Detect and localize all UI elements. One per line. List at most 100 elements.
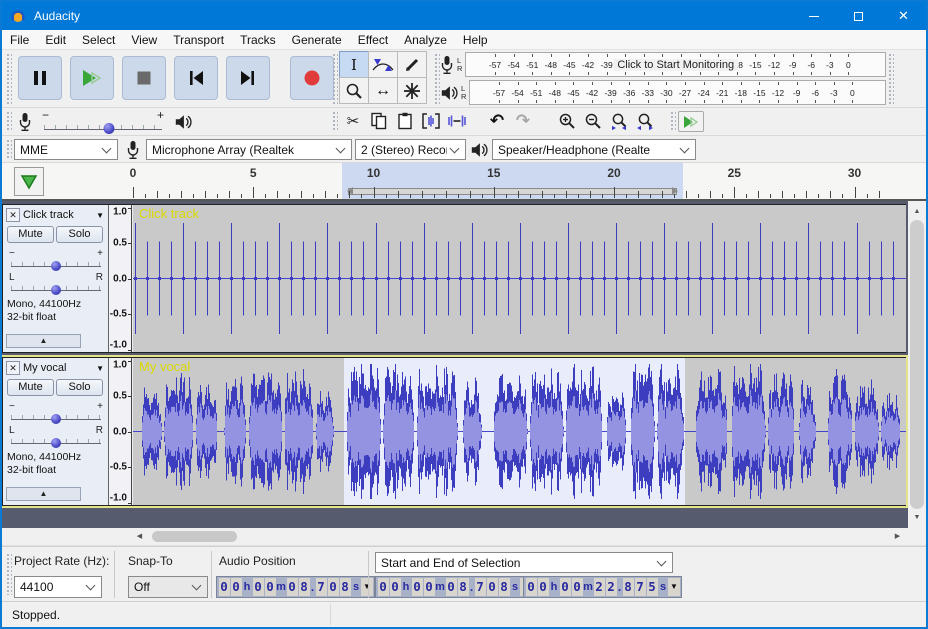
redo-button[interactable]: ↷ [510,109,536,133]
scroll-right-arrow[interactable]: ▶ [889,528,906,545]
recording-device-select[interactable]: Microphone Array (Realtek [146,139,352,160]
zoom-out-button[interactable] [580,109,606,133]
zoom-in-button[interactable] [554,109,580,133]
mute-button[interactable]: Mute [7,379,54,396]
maximize-button[interactable] [836,2,881,30]
monitoring-overlay[interactable]: Click to Start Monitoring [613,59,738,71]
edit-toolbar-grip[interactable] [332,111,338,132]
record-button[interactable] [290,56,334,100]
recording-channels-select[interactable]: 2 (Stereo) Recor [355,139,466,160]
multi-tool-button[interactable] [397,77,427,104]
device-toolbar-grip[interactable] [6,139,12,159]
menu-tracks[interactable]: Tracks [232,30,284,50]
fit-selection-button[interactable] [606,109,632,133]
selection-start-display[interactable]: 00h00m08.708s▼ [375,576,534,598]
gain-slider[interactable]: − + [9,249,103,271]
cut-button[interactable]: ✂ [340,109,366,133]
track-close-button[interactable]: ✕ [6,208,20,222]
menu-analyze[interactable]: Analyze [396,30,455,50]
pan-slider[interactable]: L R [9,426,103,448]
scroll-up-arrow[interactable]: ▲ [908,203,926,220]
zoom-tool-button[interactable] [339,77,369,104]
selection-tool-button[interactable]: I [339,51,369,78]
selection-toolbar-grip[interactable] [6,553,12,595]
collapse-track-button[interactable]: ▲ [6,487,81,501]
skip-to-end-button[interactable] [226,56,270,100]
undo-button[interactable]: ↶ [484,109,510,133]
playback-meter-scale[interactable]: -57-54-51-48-45-42-39-36-33-30-27-24-21-… [469,80,886,105]
play-button[interactable] [70,56,114,100]
audio-host-select[interactable]: MME [14,139,118,160]
time-shift-tool-button[interactable]: ↔ [368,77,398,104]
menu-help[interactable]: Help [455,30,496,50]
menu-transport[interactable]: Transport [165,30,232,50]
mute-button[interactable]: Mute [7,226,54,243]
slider-thumb[interactable] [51,285,61,295]
tools-toolbar-grip[interactable] [332,53,338,104]
vertical-scroll-thumb[interactable] [910,220,924,509]
menu-generate[interactable]: Generate [284,30,350,50]
trim-audio-button[interactable] [418,109,444,133]
collapse-track-button[interactable]: ▲ [6,334,81,348]
fit-project-button[interactable] [632,109,658,133]
scroll-left-arrow[interactable]: ◀ [131,528,148,545]
play-at-speed-button[interactable] [678,111,704,132]
menu-effect[interactable]: Effect [350,30,396,50]
playback-meter[interactable]: LR -57-54-51-48-45-42-39-36-33-30-27-24-… [440,79,886,106]
draw-tool-button[interactable] [397,51,427,78]
slider-thumb[interactable] [51,438,61,448]
selection-mode-select[interactable]: Start and End of Selection [375,552,673,573]
track-title-menu[interactable]: Click track ▼ [23,207,106,223]
menu-edit[interactable]: Edit [37,30,74,50]
slider-thumb[interactable] [103,123,114,134]
pan-slider[interactable]: L R [9,273,103,295]
menu-file[interactable]: File [2,30,37,50]
channel-labels: LR [461,85,466,101]
vertical-scale-ruler[interactable]: 1.00.50.0-0.5-1.0 [109,205,132,352]
timeline-ruler[interactable]: 051015202530 [2,163,926,201]
recording-meter-scale[interactable]: Click to Start Monitoring -57-54-51-48-4… [465,52,886,77]
project-rate-select[interactable]: 44100 [14,576,102,598]
playback-device-select[interactable]: Speaker/Headphone (Realte [492,139,696,160]
recording-volume-slider[interactable]: − + [42,110,164,134]
waveform-click-track[interactable]: Click track [133,205,906,352]
mixer-toolbar-grip[interactable] [6,111,12,132]
close-button[interactable]: ✕ [881,2,926,30]
audacity-logo-icon [10,8,26,24]
paste-button[interactable] [392,109,418,133]
play-at-speed-toolbar-grip[interactable] [670,111,676,132]
skip-to-start-button[interactable] [174,56,218,100]
snap-to-select[interactable]: Off [128,576,208,598]
menu-select[interactable]: Select [74,30,123,50]
transport-toolbar-grip[interactable] [6,53,12,104]
solo-button[interactable]: Solo [56,379,103,396]
audio-position-display[interactable]: 00h00m08.708s▼ [216,576,375,598]
track-title-menu[interactable]: My vocal ▼ [23,360,106,376]
menu-view[interactable]: View [123,30,165,50]
envelope-tool-button[interactable] [368,51,398,78]
time-display-menu-arrow[interactable]: ▼ [668,578,680,596]
silence-audio-button[interactable] [444,109,470,133]
vertical-scrollbar[interactable]: ▲ ▼ [908,201,926,528]
horizontal-scroll-thumb[interactable] [152,531,237,542]
vertical-scale-ruler[interactable]: 1.00.50.0-0.5-1.0 [109,358,132,505]
recording-meter[interactable]: LR Click to Start Monitoring -57-54-51-4… [440,51,886,78]
scroll-down-arrow[interactable]: ▼ [908,509,926,526]
ruler-scale[interactable]: 051015202530 [2,163,926,199]
time-display-menu-arrow[interactable]: ▼ [361,578,373,596]
stop-button[interactable] [122,56,166,100]
meter-toolbar-end-grip[interactable] [888,53,894,104]
dropdown-arrow-icon: ▼ [96,211,104,220]
pause-button[interactable] [18,56,62,100]
horizontal-scrollbar[interactable]: ◀ ▶ [131,528,906,545]
status-text: Stopped. [12,608,60,622]
copy-button[interactable] [366,109,392,133]
solo-button[interactable]: Solo [56,226,103,243]
minimize-button[interactable] [791,2,836,30]
waveform-my-vocal[interactable]: My vocal [133,358,906,505]
track-close-button[interactable]: ✕ [6,361,20,375]
slider-thumb[interactable] [51,261,61,271]
selection-end-display[interactable]: 00h00m22.875s▼ [523,576,682,598]
slider-thumb[interactable] [51,414,61,424]
gain-slider[interactable]: − + [9,402,103,424]
